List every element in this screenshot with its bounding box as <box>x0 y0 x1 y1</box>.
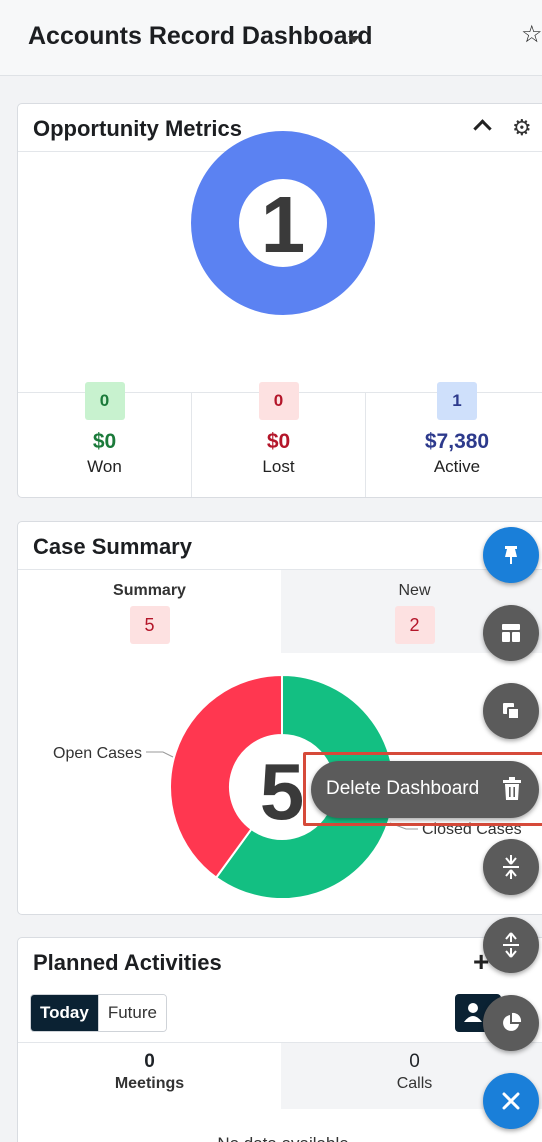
dashlet-title: Planned Activities <box>33 950 222 975</box>
delete-dashboard-button[interactable]: Delete Dashboard <box>311 761 539 818</box>
tab-count-badge: 2 <box>394 606 435 644</box>
metric-active[interactable]: 1 $7,380 Active <box>366 382 542 497</box>
trash-icon <box>503 777 521 800</box>
dashlet-title: Case Summary <box>33 534 192 559</box>
metrics-row: 0 $0 Won 0 $0 Lost 1 $7,380 Active <box>18 382 542 497</box>
dashlet-header: Case Summary <box>18 522 542 570</box>
slice-label-open: Open Cases <box>53 745 142 762</box>
today-button[interactable]: Today <box>31 995 98 1031</box>
tab-label: Summary <box>113 582 186 599</box>
dashlet-header: Planned Activities + <box>18 938 542 986</box>
tab-label: New <box>398 582 431 599</box>
star-icon[interactable]: ☆ <box>521 20 542 49</box>
case-summary-dashlet: Case Summary Summary 5 New 2 5 Open Case… <box>17 521 542 915</box>
active-count-badge: 1 <box>437 382 477 420</box>
delete-dashboard-label: Delete Dashboard <box>326 778 480 799</box>
lost-label: Lost <box>262 457 295 476</box>
active-amount: $7,380 <box>424 430 490 453</box>
layout-icon <box>502 624 520 642</box>
donut-total: 5 <box>260 747 305 836</box>
duplicate-button[interactable] <box>483 683 539 739</box>
donut-total: 1 <box>261 180 306 269</box>
future-button[interactable]: Future <box>97 995 166 1031</box>
close-icon <box>502 1092 520 1110</box>
tab-summary[interactable]: Summary 5 <box>18 570 281 653</box>
case-tabs: Summary 5 New 2 <box>18 570 542 653</box>
tab-meetings[interactable]: 0 Meetings <box>18 1043 281 1109</box>
chart-button[interactable] <box>483 995 539 1051</box>
gear-icon[interactable]: ⚙ <box>512 115 532 141</box>
layout-button[interactable] <box>483 605 539 661</box>
leader-line <box>146 751 174 758</box>
pin-icon <box>505 546 517 564</box>
calls-count: 0 <box>409 1051 420 1072</box>
won-label: Won <box>87 457 122 476</box>
tab-count-badge: 5 <box>129 606 170 644</box>
chevron-up-icon[interactable] <box>473 119 492 138</box>
no-data-message: No data available <box>18 1134 542 1142</box>
close-menu-button[interactable] <box>483 1073 539 1129</box>
lost-count-badge: 0 <box>258 382 299 420</box>
activity-columns: 0 Meetings 0 Calls <box>18 1042 542 1109</box>
won-count-badge: 0 <box>84 382 125 420</box>
planned-activities-dashlet: Planned Activities + Today Future 0 Meet… <box>17 937 542 1142</box>
chevron-down-icon[interactable] <box>348 36 360 43</box>
duplicate-icon <box>503 703 520 720</box>
pie-chart-icon <box>503 1012 522 1031</box>
meetings-label: Meetings <box>114 1075 185 1092</box>
metric-won[interactable]: 0 $0 Won <box>18 382 192 497</box>
collapse-icon <box>503 855 519 879</box>
date-toggle: Today Future <box>30 994 167 1032</box>
dashboard-title[interactable]: Accounts Record Dashboard <box>28 22 373 51</box>
expand-all-button[interactable] <box>483 917 539 973</box>
active-label: Active <box>433 457 481 476</box>
dashboard-header: Accounts Record Dashboard ☆ <box>0 0 542 76</box>
lost-amount: $0 <box>266 430 291 453</box>
won-amount: $0 <box>92 430 117 453</box>
pin-button[interactable] <box>483 527 539 583</box>
opportunity-metrics-dashlet: Opportunity Metrics ⚙ 1 0 $0 Won 0 $0 Lo… <box>17 103 542 498</box>
metric-lost[interactable]: 0 $0 Lost <box>192 382 366 497</box>
meetings-count: 0 <box>144 1051 155 1072</box>
collapse-all-button[interactable] <box>483 839 539 895</box>
expand-icon <box>503 932 519 958</box>
opportunity-donut-chart: 1 <box>191 131 375 315</box>
